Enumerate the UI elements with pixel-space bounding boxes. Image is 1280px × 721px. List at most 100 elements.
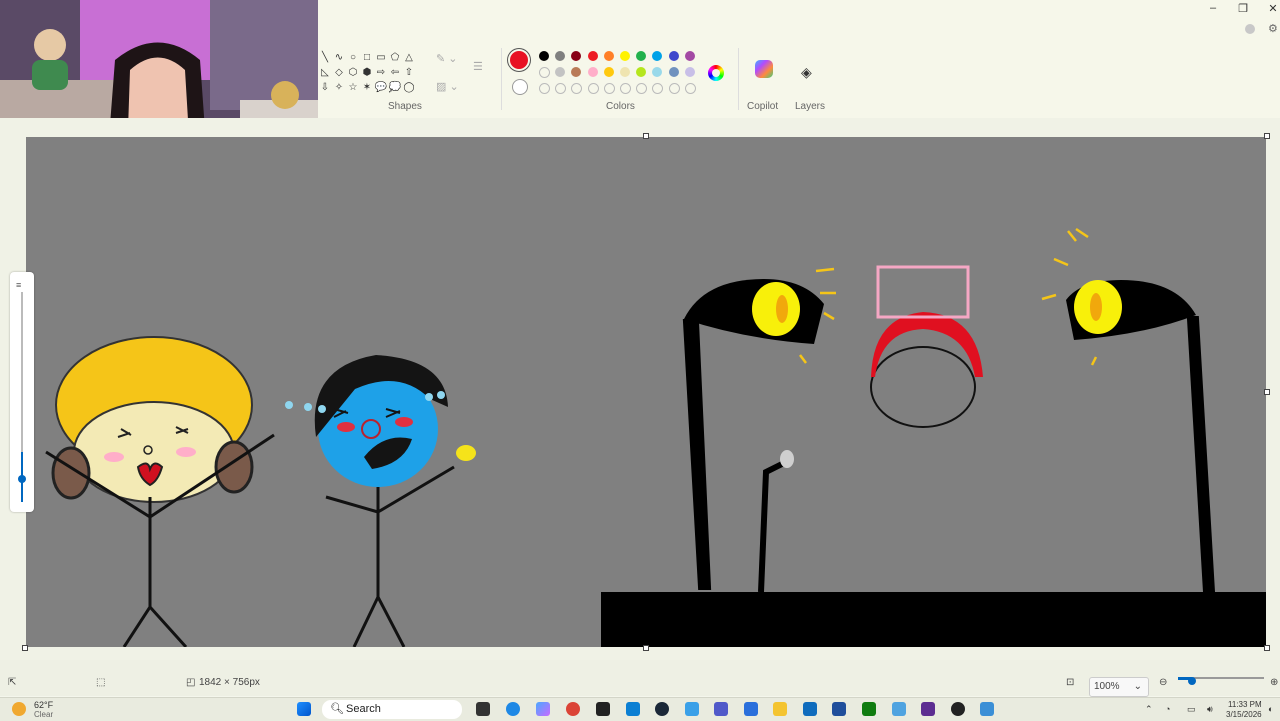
settings-icon[interactable]: ⚙	[1268, 22, 1278, 35]
drawing-canvas[interactable]	[26, 137, 1266, 647]
color-swatch[interactable]	[652, 67, 663, 77]
start-icon[interactable]	[297, 702, 311, 716]
copilot-icon[interactable]	[755, 60, 773, 78]
color-swatch[interactable]	[587, 67, 598, 77]
brush-size-knob[interactable]	[18, 475, 26, 483]
color-swatch[interactable]	[636, 51, 647, 61]
azure-icon[interactable]	[626, 702, 640, 716]
app-icon-4[interactable]	[921, 702, 935, 716]
shape-option[interactable]: ⇩	[318, 80, 332, 95]
color-swatch[interactable]	[603, 51, 614, 61]
obs-icon[interactable]	[951, 702, 965, 716]
resize-handle-bottom-left[interactable]	[22, 645, 28, 651]
shape-option[interactable]: ╲	[318, 50, 332, 65]
taskbar-search[interactable]: 🔍︎ Search	[322, 700, 462, 719]
app-icon-3[interactable]	[832, 702, 846, 716]
color-swatch[interactable]	[571, 83, 583, 94]
color-swatch[interactable]	[539, 83, 550, 94]
clock-time[interactable]: 11:33 PM	[1228, 700, 1262, 709]
app-icon-5[interactable]	[980, 702, 994, 716]
show-hidden-icons[interactable]: ⌃	[1145, 704, 1153, 715]
shape-option[interactable]: ⇨	[374, 65, 388, 80]
outline-icon[interactable]: ✎ ⌄	[436, 52, 458, 65]
color-swatch[interactable]	[571, 67, 582, 77]
color-swatch[interactable]	[555, 83, 567, 94]
resize-handle-bottom[interactable]	[643, 645, 649, 651]
zoom-out-icon[interactable]: ⊖	[1159, 677, 1167, 688]
color-swatch[interactable]	[620, 51, 630, 61]
resize-handle-top-right[interactable]	[1264, 133, 1270, 139]
color-swatch[interactable]	[603, 83, 615, 94]
color-swatch[interactable]	[636, 83, 648, 94]
shape-option[interactable]: ☆	[346, 80, 360, 95]
brush-size-slider[interactable]: ≡	[10, 272, 34, 512]
color-swatch[interactable]	[668, 51, 679, 61]
shape-option[interactable]: ○	[346, 50, 360, 65]
app-icon-2[interactable]	[744, 702, 758, 716]
color-swatch[interactable]	[684, 51, 695, 61]
color-swatch[interactable]	[684, 83, 696, 94]
copilot-label[interactable]: Copilot	[747, 101, 778, 112]
layers-icon[interactable]: ◈	[801, 64, 812, 81]
shape-option[interactable]: ∿	[332, 50, 346, 65]
edit-colors-icon[interactable]	[708, 65, 724, 81]
clock-date[interactable]: 3/15/2026	[1226, 710, 1262, 719]
shape-option[interactable]: 💭	[388, 80, 402, 95]
xbox-icon[interactable]	[862, 702, 876, 716]
color-swatch[interactable]	[636, 67, 647, 77]
color-swatch[interactable]	[684, 67, 695, 77]
color-swatch[interactable]	[555, 51, 566, 61]
layers-label[interactable]: Layers	[795, 101, 825, 112]
steam-icon[interactable]	[655, 702, 669, 716]
chrome-icon[interactable]	[566, 702, 580, 716]
shape-option[interactable]: ⬢	[360, 65, 374, 80]
shape-option[interactable]: 💬	[374, 80, 388, 95]
weather-icon[interactable]	[12, 702, 26, 716]
color-swatch[interactable]	[603, 67, 614, 77]
display-icon[interactable]: ▭	[1187, 704, 1196, 715]
zoom-select[interactable]: 100% ⌄	[1089, 677, 1149, 697]
network-icon[interactable]: ◔	[1165, 704, 1170, 714]
color-swatch[interactable]	[620, 67, 630, 77]
weather-desc[interactable]: Clear	[34, 710, 53, 719]
color-swatch[interactable]	[668, 83, 680, 94]
shape-option[interactable]: ▭	[374, 50, 388, 65]
shape-option[interactable]: ◇	[332, 65, 346, 80]
color-swatch[interactable]	[571, 51, 582, 61]
color-swatch[interactable]	[539, 67, 550, 78]
paint-icon[interactable]	[892, 702, 906, 716]
secondary-color[interactable]	[512, 79, 528, 95]
shape-option[interactable]: ⬡	[346, 65, 360, 80]
shape-option[interactable]: ✧	[332, 80, 346, 95]
fill-icon[interactable]: ▨ ⌄	[436, 80, 459, 93]
minimize-button[interactable]: –	[1198, 2, 1228, 14]
color-swatch[interactable]	[555, 67, 566, 77]
shape-option[interactable]: ◯	[402, 80, 416, 95]
shape-option[interactable]: □	[360, 50, 374, 65]
mail-icon[interactable]	[803, 702, 817, 716]
shape-option[interactable]: ⇦	[388, 65, 402, 80]
account-icon[interactable]	[1245, 24, 1255, 34]
color-swatch[interactable]	[587, 83, 599, 94]
notification-icon[interactable]: ◐	[1268, 704, 1273, 714]
shape-option[interactable]: ✶	[360, 80, 374, 95]
edge-icon[interactable]	[506, 702, 520, 716]
volume-icon[interactable]: 🔊︎	[1207, 704, 1213, 715]
resize-handle-top[interactable]	[643, 133, 649, 139]
task-view-icon[interactable]	[476, 702, 490, 716]
shapes-expand-icon[interactable]: ☰	[473, 60, 483, 73]
resize-handle-right[interactable]	[1264, 389, 1270, 395]
color-swatch[interactable]	[539, 51, 549, 61]
fit-to-window-icon[interactable]: ⊡	[1066, 677, 1074, 688]
teams-icon[interactable]	[714, 702, 728, 716]
shape-option[interactable]: △	[402, 50, 416, 65]
weather-temp[interactable]: 62°F	[34, 700, 53, 710]
color-swatch[interactable]	[652, 51, 663, 61]
color-swatch[interactable]	[652, 83, 664, 94]
shape-option[interactable]: ⇧	[402, 65, 416, 80]
color-swatch[interactable]	[620, 83, 631, 94]
shape-option[interactable]: ◺	[318, 65, 332, 80]
epic-games-icon[interactable]	[596, 702, 610, 716]
color-swatch[interactable]	[587, 51, 598, 61]
copilot-app-icon[interactable]	[536, 702, 550, 716]
